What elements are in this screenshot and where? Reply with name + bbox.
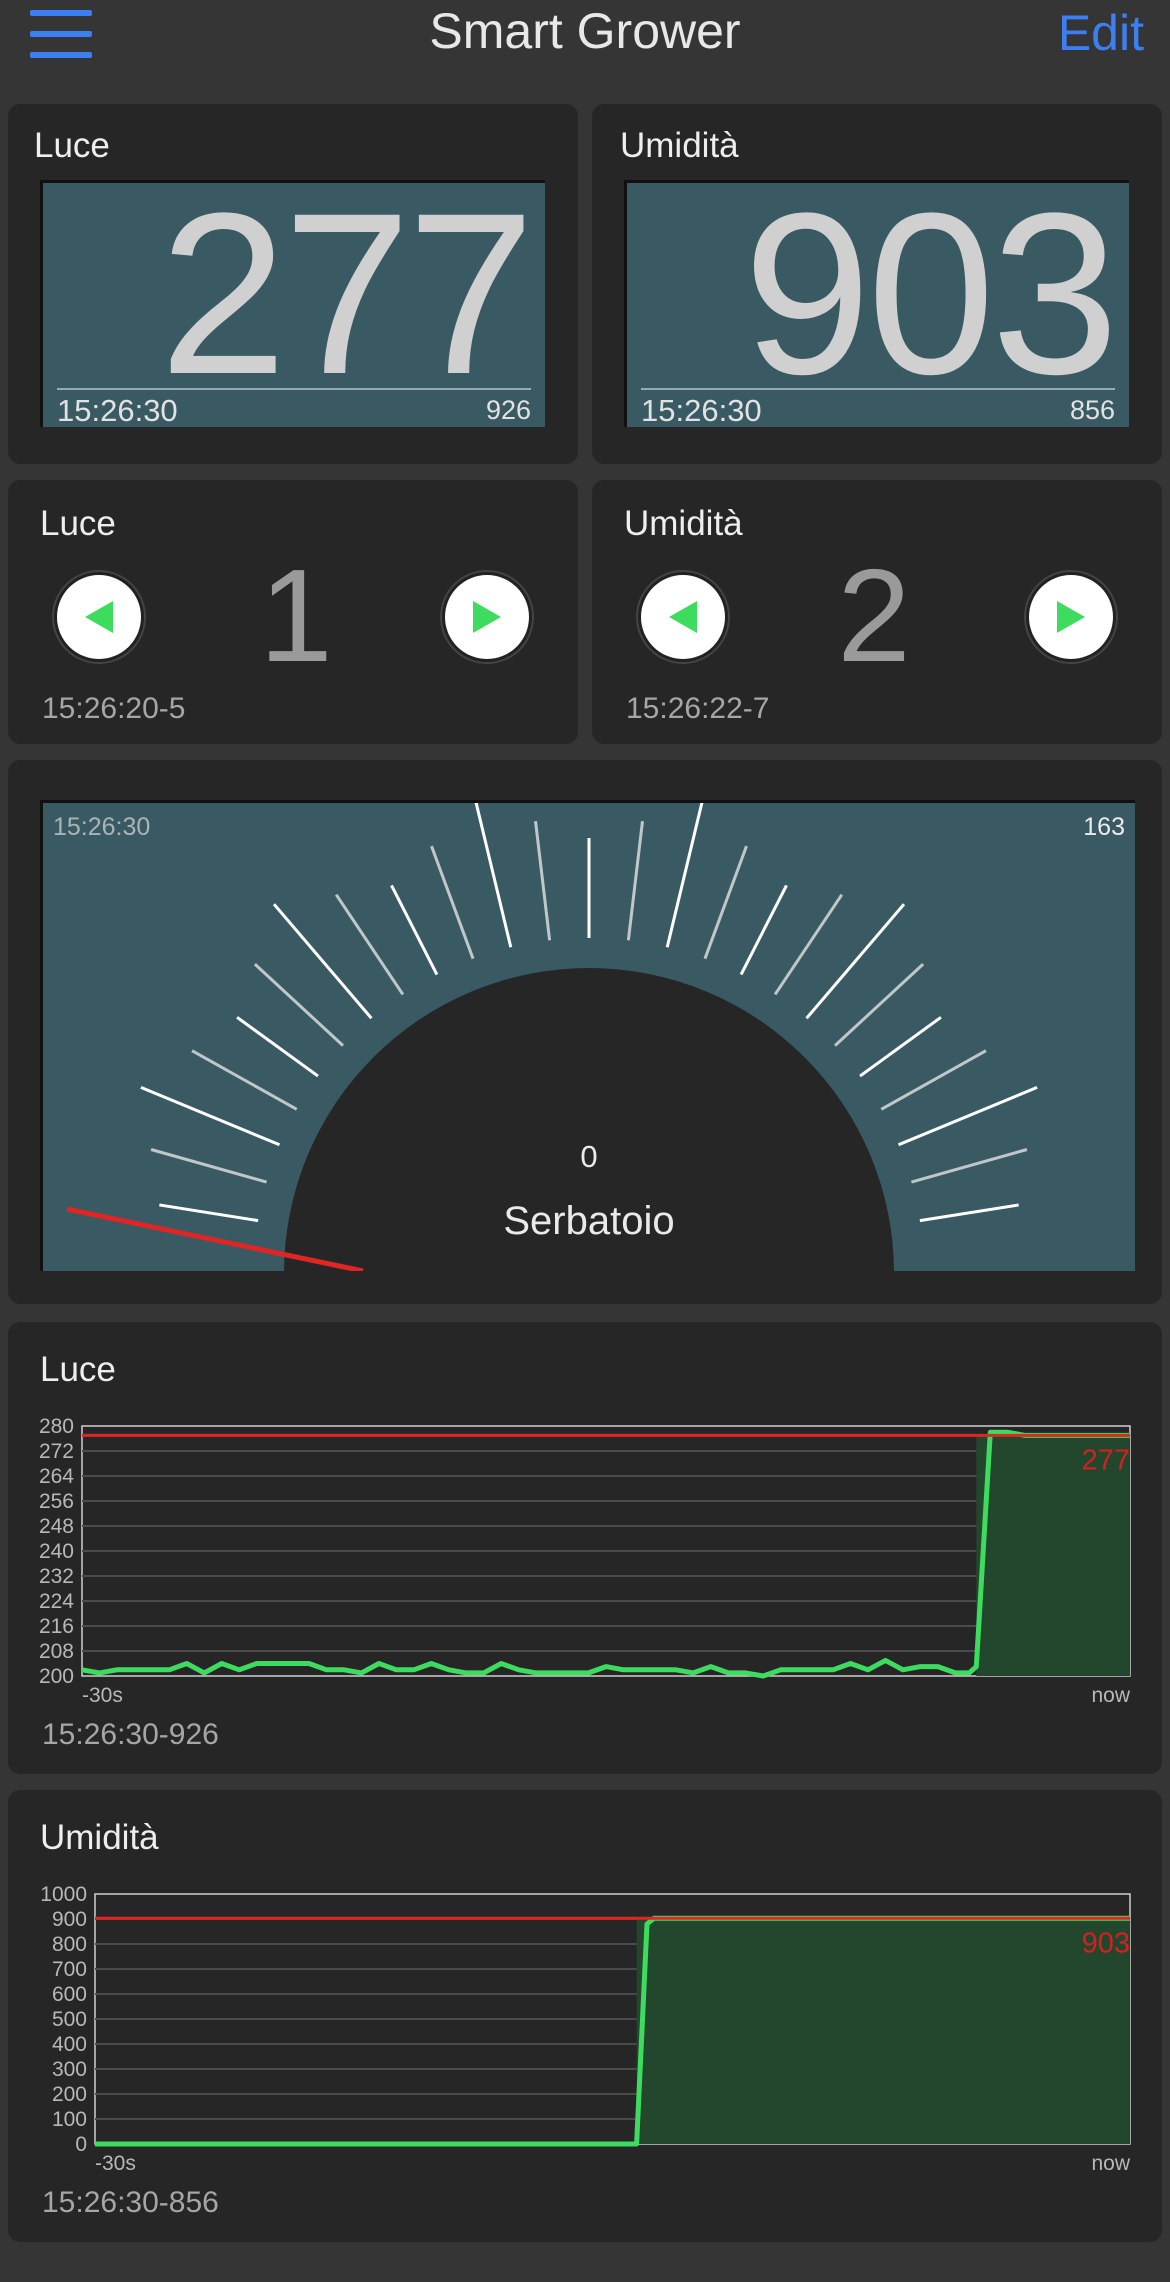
y-tick-label: 232	[39, 1565, 74, 1588]
stepper-value: 2	[837, 542, 911, 689]
gauge-tick	[833, 963, 925, 1047]
display-value: 277	[159, 165, 535, 422]
display-time: 15:26:30	[57, 393, 178, 428]
y-tick-label: 500	[52, 2008, 87, 2031]
top-bar: Smart Grower Edit	[0, 0, 1170, 92]
chart-timestamp: 15:26:30-926	[42, 1718, 219, 1751]
triangle-left-icon	[669, 601, 697, 633]
triangle-left-icon	[85, 601, 113, 633]
gauge-tick	[390, 884, 439, 976]
display-side-value: 856	[1069, 395, 1115, 425]
y-tick-label: 256	[39, 1490, 74, 1513]
y-tick-label: 1000	[40, 1883, 87, 1906]
gauge-label: Serbatoio	[503, 1199, 675, 1243]
gauge-tick	[430, 845, 475, 960]
display-value: 903	[743, 165, 1119, 422]
gauge-max: 163	[1083, 813, 1125, 841]
x-end-label: now	[1091, 2152, 1130, 2175]
stepper-panel-luce: Luce 1 15:26:20-5	[8, 480, 578, 744]
gauge-tick	[739, 884, 788, 976]
y-tick-label: 224	[39, 1590, 74, 1613]
gauge-tick	[665, 803, 704, 948]
x-end-label: now	[1091, 1684, 1130, 1707]
triangle-right-icon	[1057, 601, 1085, 633]
last-value-label: 277	[1082, 1444, 1130, 1476]
stepper-timestamp: 15:26:22-7	[626, 692, 770, 725]
gauge-tick	[236, 1016, 319, 1078]
y-tick-label: 280	[39, 1415, 74, 1438]
stepper-next-button[interactable]	[1026, 572, 1116, 662]
y-tick-label: 248	[39, 1515, 74, 1538]
gauge-tick	[626, 820, 644, 941]
line-chart-luce: 280272264256248240232224216208200 277 -30s…	[39, 1415, 1131, 1707]
last-value-label: 903	[1082, 1927, 1130, 1959]
y-tick-label: 400	[52, 2033, 87, 2056]
gauge-tick	[272, 903, 373, 1020]
chart-label: Luce	[40, 1350, 116, 1389]
x-start-label: -30s	[82, 1684, 123, 1707]
display-divider	[641, 388, 1115, 390]
gauge-tick	[897, 1086, 1038, 1147]
panel-label: Umidità	[620, 126, 739, 165]
panel-label: Luce	[34, 126, 110, 165]
area-fill	[636, 1918, 1130, 2144]
stepper-prev-button[interactable]	[638, 572, 728, 662]
panel-label: Umidità	[624, 504, 743, 543]
gauge-tick	[334, 893, 405, 996]
gauge-tick	[880, 1049, 987, 1111]
stepper-next-button[interactable]	[442, 572, 532, 662]
gauge-tick	[191, 1049, 298, 1111]
stepper-timestamp: 15:26:20-5	[42, 692, 186, 725]
gauge-tick	[805, 903, 906, 1020]
gauge-tick	[703, 845, 748, 960]
stepper-panel-umidita: Umidità 2 15:26:22-7	[592, 480, 1162, 744]
edit-button[interactable]: Edit	[1058, 4, 1144, 62]
x-start-label: -30s	[95, 2152, 136, 2175]
y-tick-label: 200	[52, 2083, 87, 2106]
chart-label: Umidità	[40, 1818, 159, 1857]
display-time: 15:26:30	[641, 393, 762, 428]
gauge-tick	[773, 893, 844, 996]
panel-label: Luce	[40, 504, 116, 543]
y-tick-label: 208	[39, 1640, 74, 1663]
gauge-tick	[534, 820, 552, 941]
gauge-tick	[140, 1086, 281, 1147]
y-tick-label: 272	[39, 1440, 74, 1463]
y-tick-label: 800	[52, 1933, 87, 1956]
gauge-tick	[859, 1016, 942, 1078]
y-tick-label: 240	[39, 1540, 74, 1563]
y-tick-label: 264	[39, 1465, 74, 1488]
chart-timestamp: 15:26:30-856	[42, 2186, 219, 2219]
app-title: Smart Grower	[429, 3, 741, 59]
y-tick-label: 200	[39, 1665, 74, 1688]
line-chart-umidita: 10009008007006005004003002001000903-30s n…	[40, 1883, 1131, 2175]
triangle-right-icon	[473, 601, 501, 633]
y-tick-label: 300	[52, 2058, 87, 2081]
gauge-value: 0	[580, 1139, 598, 1174]
y-tick-label: 216	[39, 1615, 74, 1638]
y-tick-label: 600	[52, 1983, 87, 2006]
display-divider	[57, 388, 531, 390]
display-panel-umidita: Umidità 903 15:26:30 856	[592, 104, 1162, 464]
gauge-tick	[253, 963, 345, 1047]
y-tick-label: 700	[52, 1958, 87, 1981]
display-side-value: 926	[485, 395, 531, 425]
value-display: 277 15:26:30 926	[40, 165, 545, 428]
value-display: 903 15:26:30 856	[624, 165, 1129, 428]
y-tick-label: 0	[75, 2133, 87, 2156]
gauge-tick	[474, 803, 513, 948]
display-panel-luce: Luce 277 15:26:30 926	[8, 104, 578, 464]
y-tick-label: 900	[52, 1908, 87, 1931]
gauge-time: 15:26:30	[53, 813, 151, 841]
y-tick-label: 100	[52, 2108, 87, 2131]
stepper-value: 1	[259, 542, 333, 689]
stepper-prev-button[interactable]	[54, 572, 144, 662]
gauge-display: 15:26:30 163 0 Serbatoio	[40, 800, 1135, 1271]
